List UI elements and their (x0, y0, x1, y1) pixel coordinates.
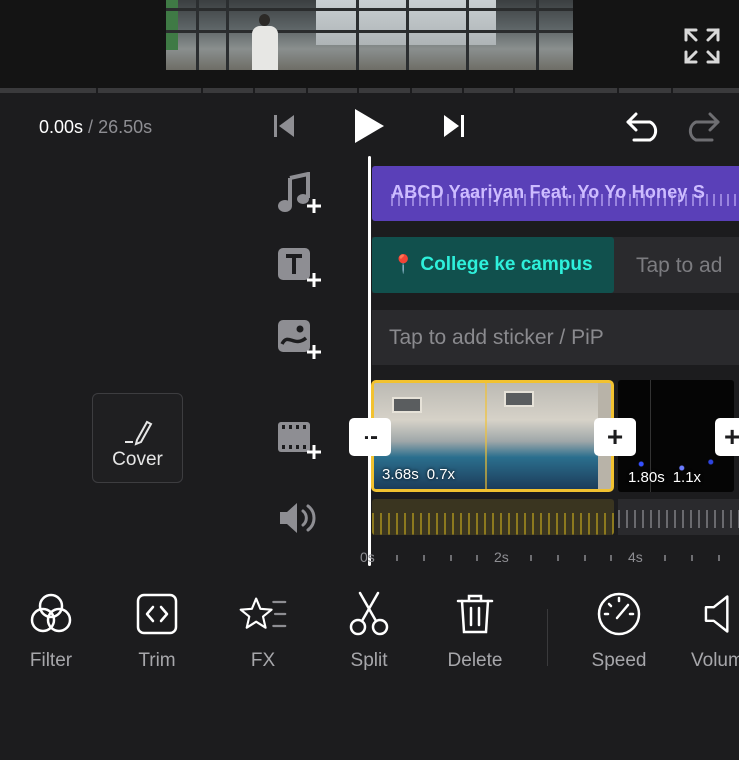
playhead[interactable] (368, 156, 371, 566)
time-separator: / (83, 117, 99, 137)
text-clip[interactable]: 📍 College ke campus (372, 237, 614, 293)
split-button[interactable]: Split (314, 590, 424, 672)
text-clip-label: College ke campus (420, 254, 593, 275)
sticker-track[interactable]: Tap to add sticker / PiP (372, 310, 739, 365)
delete-label: Delete (447, 650, 503, 671)
undo-icon[interactable] (622, 108, 666, 144)
trim-label: Trim (138, 650, 176, 671)
edit-toolbar: Filter Trim FX Split Delete Speed Volum (0, 590, 739, 690)
clip-audio-waveform[interactable] (618, 499, 739, 535)
cover-label: Cover (112, 449, 163, 470)
fx-icon (239, 590, 287, 638)
music-clip[interactable]: ABCD Yaariyan Feat. Yo Yo Honey S (372, 166, 739, 221)
fx-button[interactable]: FX (208, 590, 318, 672)
split-label: Split (350, 650, 388, 671)
music-clip-title: ABCD Yaariyan Feat. Yo Yo Honey S (391, 182, 706, 202)
timeline-ruler: 0s 2s 4s (360, 545, 739, 570)
total-time: 26.50s (98, 117, 153, 137)
clip-duration: 3.68s (382, 466, 419, 483)
video-clip-selected[interactable]: 3.68s 0.7x (371, 380, 614, 492)
add-text-icon[interactable] (276, 246, 322, 290)
delete-button[interactable]: Delete (420, 590, 530, 672)
add-music-icon[interactable] (276, 171, 322, 216)
current-time: 0.00s (39, 117, 84, 137)
add-video-icon[interactable] (276, 418, 322, 462)
clip-duration: 1.80s (628, 469, 665, 486)
pen-icon (125, 420, 153, 446)
volume-icon (664, 590, 739, 638)
clip-audio-waveform[interactable] (372, 499, 614, 535)
volume-button[interactable]: Volum (664, 590, 739, 672)
add-transition-button[interactable]: + (715, 418, 739, 456)
video-preview-area (0, 0, 739, 88)
speedometer-icon (595, 590, 643, 638)
video-preview-frame[interactable] (166, 0, 573, 70)
speaker-icon[interactable] (276, 498, 322, 542)
ruler-label: 0s (360, 549, 375, 565)
time-display: 0.00s / 26.50s (39, 117, 152, 138)
filter-label: Filter (29, 650, 73, 671)
cover-button[interactable]: Cover (92, 393, 183, 483)
add-transition-button[interactable]: + (594, 418, 636, 456)
trash-icon (451, 590, 499, 638)
ruler-label: 4s (628, 549, 643, 565)
clip-speed: 1.1x (672, 469, 702, 486)
filter-icon (27, 590, 75, 638)
toolbar-divider (547, 609, 548, 666)
sticker-track-placeholder: Tap to add sticker / PiP (389, 326, 604, 349)
trim-button[interactable]: Trim (102, 590, 212, 672)
scissors-icon (345, 590, 393, 638)
ruler-label: 2s (494, 549, 509, 565)
pin-icon: 📍 (392, 254, 415, 274)
text-track-placeholder: Tap to ad (636, 254, 723, 277)
add-sticker-icon[interactable] (276, 318, 322, 362)
skip-to-start-icon[interactable] (268, 110, 300, 142)
trim-icon (133, 590, 181, 638)
volume-label: Volum (691, 650, 739, 671)
redo-icon[interactable] (680, 108, 724, 144)
clip-speed: 0.7x (426, 466, 456, 483)
speed-label: Speed (591, 650, 647, 671)
skip-to-end-icon[interactable] (438, 110, 470, 142)
text-track[interactable]: 📍 College ke campus Tap to ad (372, 237, 739, 293)
fullscreen-icon[interactable] (682, 26, 722, 66)
fx-label: FX (250, 650, 276, 671)
speed-button[interactable]: Speed (564, 590, 674, 672)
scrub-bar[interactable] (0, 88, 739, 93)
filter-button[interactable]: Filter (0, 590, 106, 672)
play-icon[interactable] (348, 104, 390, 148)
